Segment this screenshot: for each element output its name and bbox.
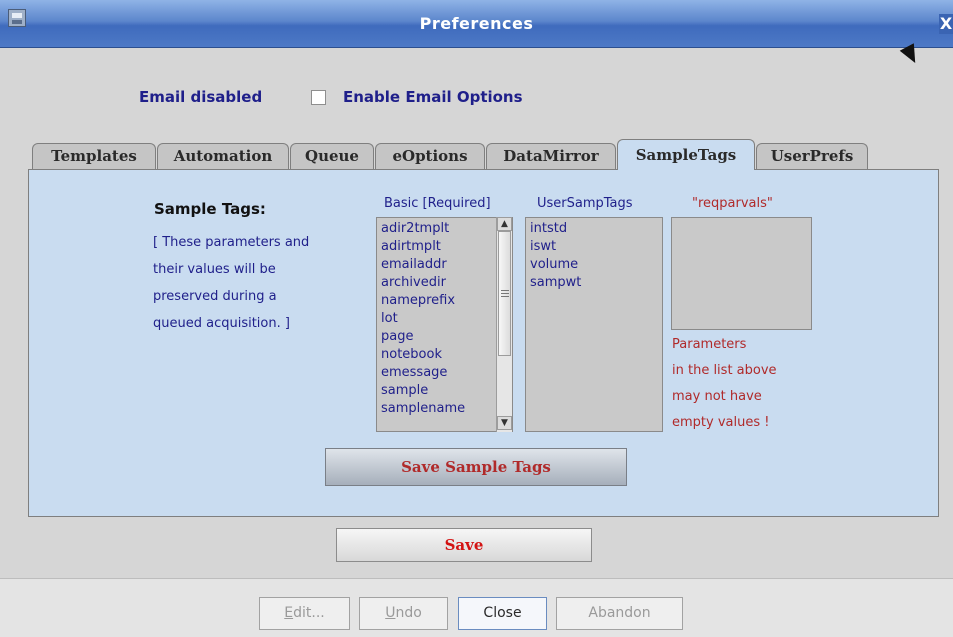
list-item[interactable]: page: [381, 329, 413, 344]
list-item[interactable]: nameprefix: [381, 293, 455, 308]
basic-list-header: Basic [Required]: [384, 196, 491, 211]
scroll-grip-icon: [501, 290, 509, 291]
tab-sampletags[interactable]: SampleTags: [617, 139, 755, 170]
reqparvals-list-header: "reqparvals": [692, 196, 773, 211]
scroll-up-icon[interactable]: ▲: [497, 217, 512, 231]
list-item[interactable]: sampwt: [530, 275, 581, 290]
save-sample-tags-button[interactable]: Save Sample Tags: [325, 448, 627, 486]
user-list-header: UserSampTags: [537, 196, 633, 211]
window-title: Preferences: [419, 14, 534, 33]
list-item[interactable]: iswt: [530, 239, 556, 254]
tab-eoptions[interactable]: eOptions: [375, 143, 485, 169]
scroll-down-icon[interactable]: ▼: [497, 416, 512, 430]
basic-list-scrollbar[interactable]: ▲ ▼: [496, 217, 512, 432]
sample-tags-heading: Sample Tags:: [154, 200, 266, 218]
close-button[interactable]: Close: [458, 597, 547, 630]
list-item[interactable]: intstd: [530, 221, 567, 236]
undo-button[interactable]: Undo: [359, 597, 448, 630]
sample-tags-note-line: preserved during a: [153, 289, 277, 304]
close-window-button[interactable]: X: [939, 14, 953, 34]
warning-text-line: empty values !: [672, 415, 770, 430]
list-item[interactable]: emailaddr: [381, 257, 447, 272]
scroll-grip-icon: [501, 296, 509, 297]
list-item[interactable]: adir2tmplt: [381, 221, 449, 236]
list-item[interactable]: sample: [381, 383, 428, 398]
user-tags-list[interactable]: intstd iswt volume sampwt: [525, 217, 663, 432]
enable-email-label[interactable]: Enable Email Options: [343, 88, 523, 106]
tab-templates[interactable]: Templates: [32, 143, 156, 169]
edit-button[interactable]: Edit...: [259, 597, 350, 630]
enable-email-checkbox[interactable]: [311, 90, 326, 105]
list-item[interactable]: samplename: [381, 401, 465, 416]
title-bar: Preferences X: [0, 0, 953, 48]
abandon-button[interactable]: Abandon: [556, 597, 683, 630]
warning-text-line: in the list above: [672, 363, 777, 378]
list-item[interactable]: lot: [381, 311, 398, 326]
list-item[interactable]: archivedir: [381, 275, 446, 290]
sample-tags-note-line: queued acquisition. ]: [153, 316, 290, 331]
basic-tags-list[interactable]: adir2tmplt adirtmplt emailaddr archivedi…: [376, 217, 513, 432]
warning-text-line: may not have: [672, 389, 762, 404]
reqparvals-list[interactable]: [671, 217, 812, 330]
tab-userprefs[interactable]: UserPrefs: [756, 143, 868, 169]
list-item[interactable]: emessage: [381, 365, 447, 380]
tab-queue[interactable]: Queue: [290, 143, 374, 169]
tab-automation[interactable]: Automation: [157, 143, 289, 169]
tab-datamirror[interactable]: DataMirror: [486, 143, 616, 169]
email-status-label: Email disabled: [139, 88, 263, 106]
scroll-grip-icon: [501, 293, 509, 294]
list-item[interactable]: adirtmplt: [381, 239, 441, 254]
list-item[interactable]: volume: [530, 257, 578, 272]
list-item[interactable]: notebook: [381, 347, 442, 362]
sample-tags-note-line: [ These parameters and: [153, 235, 310, 250]
sample-tags-note-line: their values will be: [153, 262, 276, 277]
scroll-thumb[interactable]: [498, 231, 511, 356]
save-button[interactable]: Save: [336, 528, 592, 562]
warning-text-line: Parameters: [672, 337, 747, 352]
